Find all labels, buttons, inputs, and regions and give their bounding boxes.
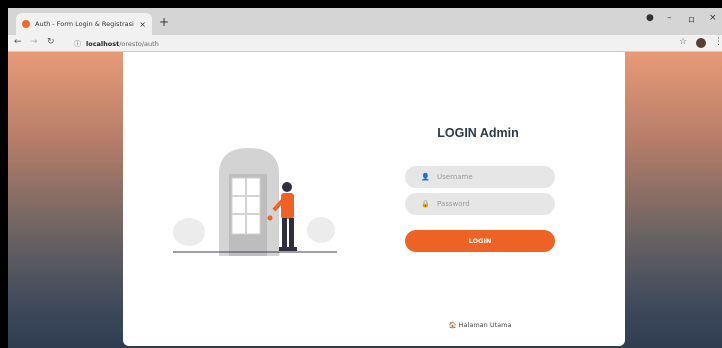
- new-tab-button[interactable]: +: [159, 15, 169, 29]
- door-illustration: [173, 148, 337, 256]
- url-host: localhost: [86, 39, 120, 48]
- lock-icon: 🔒: [421, 200, 430, 208]
- home-link[interactable]: 🏠 Halaman Utama: [405, 321, 555, 329]
- browser-tab-bar: Auth - Form Login & Registrasi × + ● – ロ…: [8, 8, 722, 35]
- minimize-button[interactable]: –: [667, 13, 672, 23]
- profile-indicator-icon[interactable]: ●: [646, 13, 654, 23]
- site-info-icon[interactable]: ⓘ: [74, 39, 81, 49]
- address-bar[interactable]: ⓘ localhost/oresto/auth: [74, 37, 654, 50]
- close-window-button[interactable]: ×: [709, 13, 717, 23]
- login-button[interactable]: LOGIN: [405, 230, 555, 252]
- password-input[interactable]: [437, 200, 547, 208]
- password-field[interactable]: 🔒: [405, 193, 555, 215]
- bookmark-star-icon[interactable]: ☆: [679, 37, 687, 47]
- browser-toolbar: ← → ↻ ⓘ localhost/oresto/auth ☆ ⋮: [8, 35, 722, 52]
- tab-close-icon[interactable]: ×: [139, 20, 146, 29]
- leaf-right-shape: [307, 217, 335, 243]
- forward-arrow-icon[interactable]: →: [30, 37, 38, 47]
- username-input[interactable]: [437, 173, 547, 181]
- leaf-left-shape: [173, 218, 205, 246]
- screen-frame: Auth - Form Login & Registrasi × + ● – ロ…: [0, 0, 722, 348]
- url-path: /oresto/auth: [119, 39, 159, 48]
- reload-icon[interactable]: ↻: [47, 37, 55, 47]
- person-head-shape: [282, 182, 292, 192]
- user-icon: 👤: [421, 173, 430, 181]
- login-title: LOGIN Admin: [437, 126, 519, 140]
- tab-title: Auth - Form Login & Registrasi: [35, 20, 134, 28]
- restore-button[interactable]: ロ: [688, 15, 695, 25]
- page-background: LOGIN Admin 👤 🔒 LOGIN 🏠Halaman Utama: [8, 52, 722, 348]
- home-link-label: Halaman Utama: [458, 321, 512, 329]
- back-arrow-icon[interactable]: ←: [14, 37, 22, 47]
- login-card: LOGIN Admin 👤 🔒 LOGIN 🏠Halaman Utama: [123, 52, 625, 346]
- menu-dots-icon[interactable]: ⋮: [714, 37, 722, 47]
- home-icon: 🏠: [448, 321, 457, 329]
- favicon-icon: [22, 20, 30, 28]
- username-field[interactable]: 👤: [405, 166, 555, 188]
- url-text: localhost/oresto/auth: [86, 40, 159, 48]
- person-shirt-shape: [281, 193, 294, 219]
- profile-avatar[interactable]: [696, 38, 706, 48]
- browser-tab[interactable]: Auth - Form Login & Registrasi ×: [16, 13, 152, 35]
